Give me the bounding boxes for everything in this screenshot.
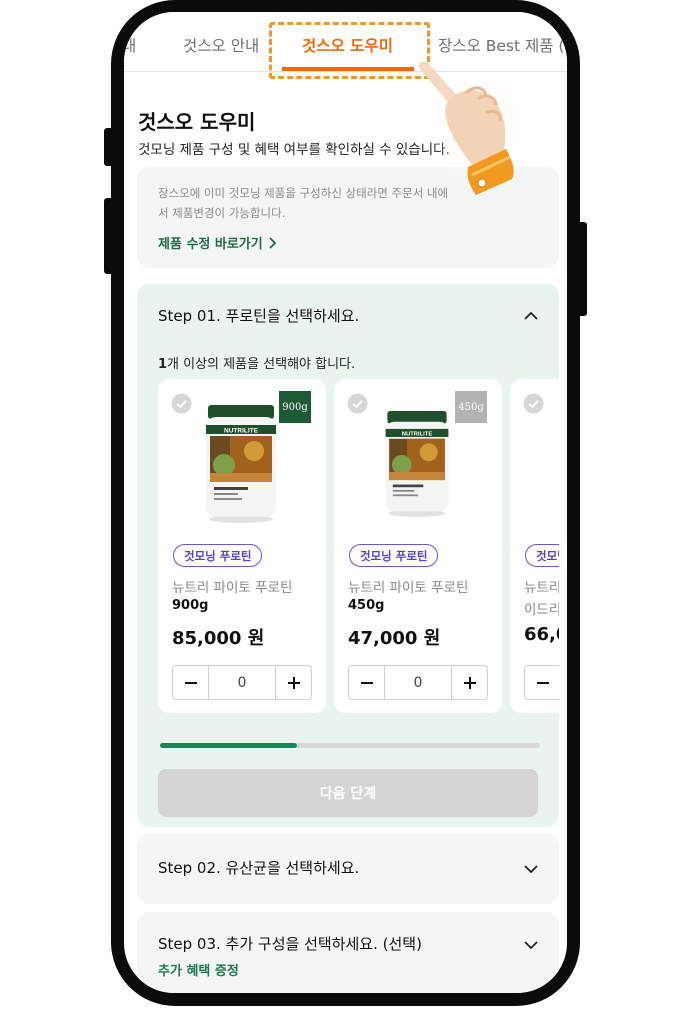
product-price-value: 85,000	[172, 628, 242, 649]
check-circle-icon[interactable]	[347, 393, 368, 414]
step1-title[interactable]: Step 01. 푸로틴을 선택하세요.	[158, 305, 359, 326]
quantity-stepper: 0	[348, 665, 488, 700]
check-circle-icon[interactable]	[523, 393, 544, 414]
increase-button[interactable]	[452, 666, 487, 699]
step1-hint-text: 개 이상의 제품을 선택해야 합니다.	[167, 357, 356, 372]
jar-brand-label: NUTRILITE	[402, 432, 433, 438]
tab-best-products[interactable]: 장스오 Best 제품 (	[438, 34, 564, 56]
chevron-down-icon[interactable]	[523, 864, 539, 874]
product-tag: 것모닝 푸로틴	[349, 544, 439, 567]
step1-hint-count: 1	[158, 357, 168, 372]
phone-screen: 내 것스오 안내 것스오 도우미 장스오 Best 제품 ( 것스오 도우미 것…	[124, 12, 567, 993]
product-card[interactable]: 것모닝 푸로틴 뉴트리 이드리 66,0 0	[510, 379, 559, 713]
plus-icon	[463, 676, 476, 689]
plus-icon	[287, 676, 300, 689]
chevron-up-icon[interactable]	[523, 311, 539, 321]
step3-panel[interactable]: Step 03. 추가 구성을 선택하세요. (선택) 추가 혜택 증정	[137, 912, 559, 993]
tab-previous[interactable]: 내	[124, 34, 136, 56]
product-price-value: 47,000	[348, 628, 418, 649]
chevron-right-icon	[269, 236, 277, 249]
product-tag: 것모닝 푸로틴	[173, 544, 263, 567]
product-card[interactable]: 450g NUTRILITE 것모닝 푸로틴 뉴트리 파이토 푸로틴 450g …	[334, 379, 502, 713]
check-circle-icon[interactable]	[171, 393, 192, 414]
product-name-line2: 이드리	[524, 602, 559, 618]
product-name: 뉴트리 파이토 푸로틴	[348, 580, 469, 596]
weight-badge: 450g	[455, 391, 487, 423]
product-price: 66,0	[524, 624, 559, 645]
chevron-down-icon[interactable]	[523, 940, 539, 950]
quantity-stepper: 0	[172, 665, 312, 700]
minus-icon	[184, 681, 197, 684]
quantity-input[interactable]: 0	[384, 666, 452, 699]
decrease-button[interactable]	[525, 666, 559, 699]
minus-icon	[536, 681, 549, 684]
product-name: 뉴트리	[524, 580, 559, 596]
product-weight: 900g	[172, 598, 209, 613]
quantity-stepper: 0	[524, 665, 559, 700]
decrease-button[interactable]	[173, 666, 208, 699]
step1-panel: Step 01. 푸로틴을 선택하세요. 1개 이상의 제품을 선택해야 합니다…	[137, 284, 559, 827]
step1-hint: 1개 이상의 제품을 선택해야 합니다.	[158, 353, 355, 372]
protein-jar-image: NUTRILITE	[206, 405, 276, 523]
step3-title: Step 03. 추가 구성을 선택하세요. (선택)	[158, 935, 422, 953]
notice-box: 장스오에 이미 것모닝 제품을 구성하신 상태라면 주문서 내에서 제품변경이 …	[137, 167, 559, 268]
weight-badge: 900g	[279, 391, 311, 423]
decrease-button[interactable]	[349, 666, 384, 699]
increase-button[interactable]	[276, 666, 311, 699]
step3-benefit: 추가 혜택 증정	[158, 964, 239, 979]
product-price: 47,000 원	[348, 624, 440, 650]
edit-products-link[interactable]: 제품 수정 바로가기	[158, 233, 277, 252]
protein-jar-image: NUTRILITE	[385, 410, 449, 517]
price-unit: 원	[423, 628, 441, 649]
step2-panel[interactable]: Step 02. 유산균을 선택하세요.	[137, 834, 559, 904]
carousel-scrollbar-thumb[interactable]	[160, 743, 297, 748]
product-card[interactable]: 900g NUTRILITE 것모닝 푸로틴 뉴트리 파이토 푸로틴 900g …	[158, 379, 326, 713]
page-title: 것스오 도우미	[138, 110, 256, 134]
price-unit: 원	[247, 628, 265, 649]
jar-brand-label: NUTRILITE	[224, 428, 259, 435]
product-name: 뉴트리 파이토 푸로틴	[172, 580, 293, 596]
product-weight: 450g	[348, 598, 385, 613]
next-step-button[interactable]: 다음 단계	[158, 769, 538, 817]
step2-title: Step 02. 유산균을 선택하세요.	[158, 859, 360, 877]
quantity-input[interactable]: 0	[208, 666, 276, 699]
edit-products-link-label: 제품 수정 바로가기	[158, 237, 263, 252]
minus-icon	[360, 681, 373, 684]
page-subtitle: 것모닝 제품 구성 및 혜택 여부를 확인하실 수 있습니다.	[138, 142, 450, 158]
product-tag: 것모닝 푸로틴	[525, 544, 559, 567]
notice-text: 장스오에 이미 것모닝 제품을 구성하신 상태라면 주문서 내에서 제품변경이 …	[158, 186, 449, 220]
product-price: 85,000 원	[172, 624, 264, 650]
tab-highlight-box	[269, 22, 430, 79]
carousel-scrollbar[interactable]	[160, 743, 540, 748]
tab-guide[interactable]: 것스오 안내	[183, 34, 259, 56]
